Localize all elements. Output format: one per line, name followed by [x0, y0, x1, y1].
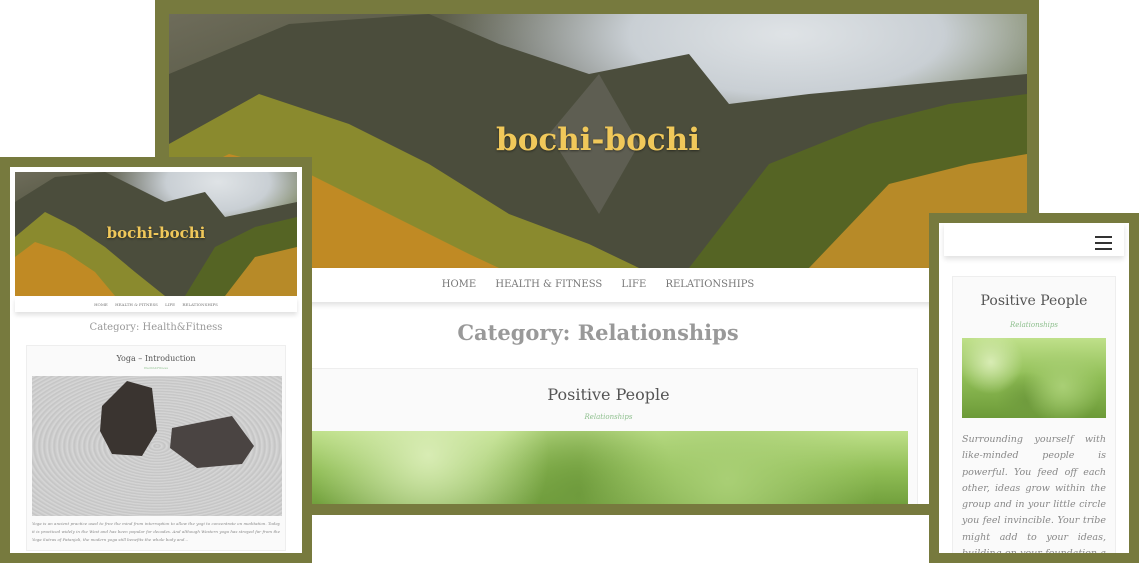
post-title[interactable]: Positive People: [300, 385, 917, 404]
nav-item-relationships[interactable]: RELATIONSHIPS: [665, 268, 754, 302]
post-thumbnail-image[interactable]: [962, 338, 1106, 418]
site-title[interactable]: bochi-bochi: [15, 224, 297, 242]
post-card: Yoga – Introduction Health&Fitness Yoga …: [26, 345, 286, 551]
mobile-screen: Positive People Relationships Surroundin…: [939, 223, 1129, 553]
stones-image: [100, 381, 254, 468]
post-thumbnail-image[interactable]: [32, 376, 282, 516]
post-title[interactable]: Positive People: [953, 293, 1115, 309]
post-category-link[interactable]: Relationships: [300, 413, 917, 421]
hamburger-menu-icon[interactable]: [1095, 236, 1112, 250]
post-category-link[interactable]: Relationships: [953, 321, 1115, 329]
nav-item-life[interactable]: LIFE: [165, 297, 175, 312]
post-excerpt: Surrounding yourself with like-minded pe…: [962, 434, 1106, 553]
nav-item-health-fitness[interactable]: HEALTH & FITNESS: [115, 297, 158, 312]
site-title[interactable]: bochi-bochi: [169, 122, 1027, 158]
tablet-header-image: bochi-bochi: [15, 172, 297, 296]
category-title: Category: Health&Fitness: [89, 322, 223, 333]
post-thumbnail-image[interactable]: [308, 431, 908, 504]
tablet-main-nav: HOME HEALTH & FITNESS LIFE RELATIONSHIPS: [15, 297, 297, 312]
post-card: Positive People Relationships: [299, 368, 918, 504]
nav-item-home[interactable]: HOME: [442, 268, 476, 302]
post-excerpt: Yoga is an ancient practice used to free…: [32, 521, 280, 542]
nav-item-relationships[interactable]: RELATIONSHIPS: [182, 297, 218, 312]
post-category-link[interactable]: Health&Fitness: [27, 366, 285, 370]
post-title[interactable]: Yoga – Introduction: [27, 354, 285, 363]
nav-item-home[interactable]: HOME: [94, 297, 108, 312]
nav-item-life[interactable]: LIFE: [621, 268, 646, 302]
tablet-screen: bochi-bochi HOME HEALTH & FITNESS LIFE R…: [10, 167, 302, 553]
nav-item-health-fitness[interactable]: HEALTH & FITNESS: [495, 268, 602, 302]
post-card: Positive People Relationships Surroundin…: [952, 276, 1116, 553]
